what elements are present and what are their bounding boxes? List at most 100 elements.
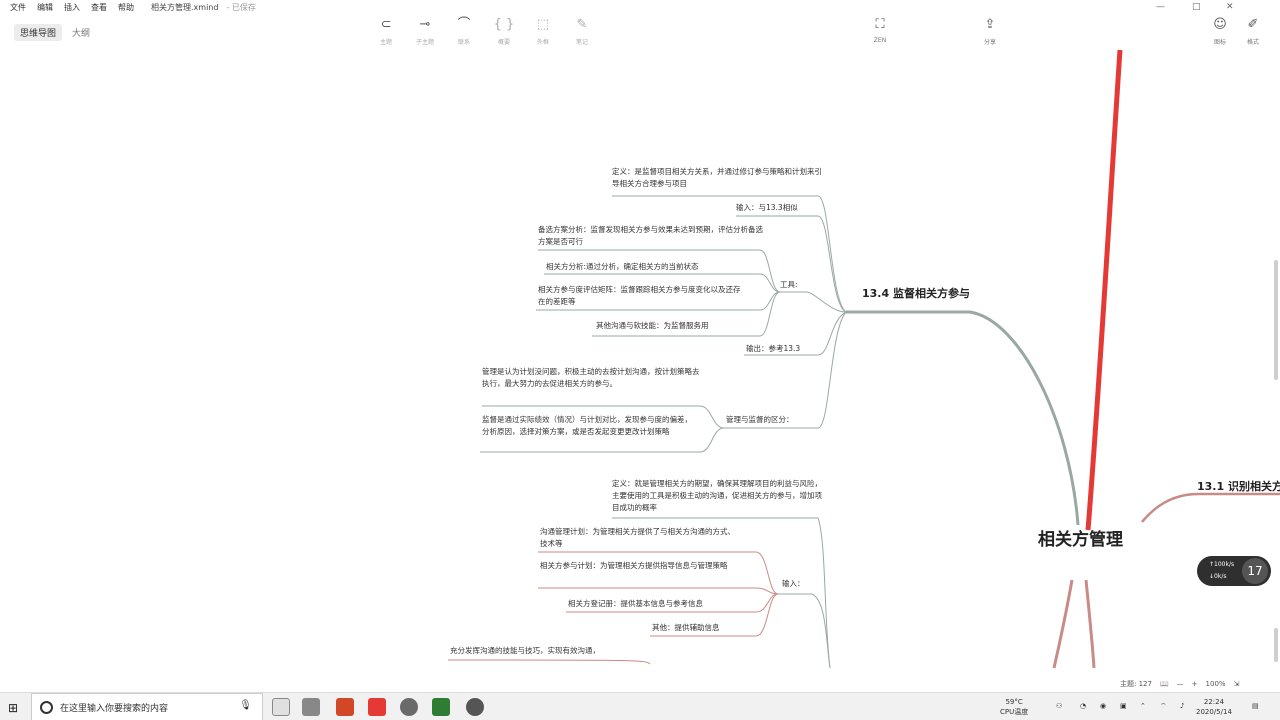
branch-line-down-left: [1052, 579, 1074, 669]
menu-insert[interactable]: 插入: [64, 2, 80, 13]
document-title: 相关方管理.xmind: [151, 2, 219, 12]
cortana-icon[interactable]: [40, 701, 53, 714]
smiley-icon: ☺: [1213, 17, 1227, 32]
wechat-icon[interactable]: [400, 698, 418, 716]
tray-expand-icon[interactable]: ⌃: [1140, 701, 1146, 711]
relationship-button[interactable]: ⌒ 联系: [444, 16, 484, 46]
powerpoint-icon[interactable]: [336, 698, 354, 716]
tab-outline[interactable]: 大纲: [66, 24, 96, 41]
network-icon[interactable]: ⌔: [1160, 701, 1167, 711]
menu-help[interactable]: 帮助: [118, 2, 134, 13]
format-panel-button[interactable]: ✐ 格式: [1233, 16, 1273, 46]
taskbar-app-1-icon[interactable]: [302, 698, 320, 716]
summary-icon: { }: [493, 17, 515, 32]
zoom-in-icon[interactable]: +: [1192, 680, 1198, 688]
clock-time: 22:24: [1203, 698, 1225, 706]
vertical-scrollbar[interactable]: [1274, 260, 1278, 380]
share-icon: ⇪: [984, 17, 996, 32]
node-tool-alternatives[interactable]: 备选方案分析：监督发现相关方参与效果未达到预期，评估分析备选方案是否可行: [538, 224, 768, 248]
tray-icon-1[interactable]: ◔: [1080, 701, 1086, 711]
node-diff-manage[interactable]: 管理是认为计划没问题，积极主动的去按计划沟通，按计划策略去执行，最大努力的去促进…: [482, 366, 702, 390]
subtopic-button[interactable]: ⊸ 子主题: [405, 16, 445, 46]
close-icon[interactable]: ✕: [1226, 2, 1234, 12]
windows-start-icon[interactable]: ⊞: [8, 701, 18, 715]
subtopic-icon: ⊸: [419, 17, 431, 32]
branch-line-down-right: [1084, 579, 1096, 669]
taskbar-app-3-icon[interactable]: [368, 698, 386, 716]
mindmap-canvas[interactable]: 定义：是监督项目相关方关系，并通过修订参与策略和计划来引导相关方合理参与项目 输…: [0, 48, 1280, 692]
relationship-label: 联系: [457, 39, 470, 46]
zen-button[interactable]: ⛶ ZEN: [860, 16, 900, 44]
icon-panel-label: 图标: [1213, 39, 1226, 46]
node-input-other[interactable]: 其他：提供辅助信息: [652, 622, 752, 634]
branch-line-134: [846, 310, 1080, 526]
branch-134-title[interactable]: 13.4 监督相关方参与: [862, 288, 970, 300]
people-icon[interactable]: ⚇: [1056, 701, 1062, 711]
brush-icon: ✐: [1247, 17, 1259, 32]
status-bar: 主题: 127 📖 — + 100% ⇲: [1120, 679, 1239, 689]
vertical-scrollbar-lower[interactable]: [1274, 628, 1278, 662]
network-speed-widget: ↑100k/s ↓0k/s 17: [1197, 556, 1271, 586]
taskbar-app-5-icon[interactable]: [432, 698, 450, 716]
note-button[interactable]: ✎ 笔记: [562, 16, 602, 46]
node-input-register[interactable]: 相关方登记册：提供基本信息与参考信息: [568, 598, 752, 610]
zoom-level[interactable]: 100%: [1206, 680, 1226, 688]
xmind-taskbar-icon[interactable]: [466, 698, 484, 716]
share-button[interactable]: ⇪ 分享: [970, 16, 1010, 46]
node-tool-analysis[interactable]: 相关方分析:通过分析，确定相关方的当前状态: [546, 261, 746, 273]
search-placeholder: 在这里输入你要搜索的内容: [60, 703, 169, 714]
cpu-temp-value: 59°C: [1005, 698, 1023, 706]
root-topic[interactable]: 相关方管理: [1038, 532, 1123, 549]
node-134-tools[interactable]: 工具:: [780, 279, 820, 291]
summary-label: 概要: [497, 39, 510, 46]
tray-icon-3[interactable]: ▣: [1120, 701, 1127, 711]
menu-view[interactable]: 查看: [91, 2, 107, 13]
cpu-temp-label: CPU温度: [1000, 708, 1029, 716]
windows-taskbar: ⊞ 在这里输入你要搜索的内容 🎙 59°C CPU温度 ⚇ ◔ ◉ ▣ ⌃ ⌔ …: [0, 692, 1280, 720]
node-134-input[interactable]: 输入：与13.3相似: [736, 202, 828, 214]
zoom-out-icon[interactable]: —: [1177, 680, 1184, 688]
boundary-button[interactable]: ⬚ 外框: [523, 16, 563, 46]
node-tool-matrix[interactable]: 相关方参与度评估矩阵：监督跟踪相关方参与度变化以及还存在的差距等: [538, 284, 742, 308]
tab-mindmap[interactable]: 思维导图: [14, 24, 63, 41]
topic-icon: ⊂: [380, 17, 392, 32]
menu-file[interactable]: 文件: [10, 2, 26, 13]
node-tool-soft-skills[interactable]: 其他沟通与软技能：为监督服务用: [596, 320, 772, 332]
clock[interactable]: 22:24 2020/5/14: [1196, 697, 1232, 717]
branch-131-title[interactable]: 13.1 识别相关方: [1197, 481, 1280, 493]
notification-icon[interactable]: ▤: [1252, 701, 1259, 711]
branch-line-131: [1141, 492, 1280, 523]
note-label: 笔记: [575, 39, 588, 46]
clock-date: 2020/5/14: [1196, 708, 1232, 716]
node-input-engage-plan[interactable]: 相关方参与计划：为管理相关方提供指导信息与管理策略: [540, 560, 736, 572]
relationship-icon: ⌒: [457, 17, 471, 32]
topic-label: 主题: [379, 39, 392, 46]
fullscreen-icon: ⛶: [875, 17, 885, 32]
node-133-input[interactable]: 输入：: [782, 578, 822, 590]
menu-edit[interactable]: 编辑: [37, 2, 53, 13]
node-134-output[interactable]: 输出：参考13.3: [746, 343, 826, 355]
tray-icon-2[interactable]: ◉: [1100, 701, 1106, 711]
taskbar-search[interactable]: 在这里输入你要搜索的内容 🎙: [31, 693, 263, 720]
node-134-definition[interactable]: 定义：是监督项目相关方关系，并通过修订参与策略和计划来引导相关方合理参与项目: [612, 166, 824, 190]
boundary-label: 外框: [536, 39, 549, 46]
microphone-icon[interactable]: 🎙: [239, 700, 252, 711]
fit-icon[interactable]: ⇲: [1234, 680, 1240, 688]
maximize-icon[interactable]: □: [1192, 2, 1201, 12]
summary-button[interactable]: { } 概要: [484, 16, 524, 46]
subtopic-label: 子主题: [415, 39, 434, 46]
format-panel-label: 格式: [1246, 39, 1259, 46]
save-status: - 已保存: [226, 2, 256, 12]
node-input-comm-plan[interactable]: 沟通管理计划：为管理相关方提供了与相关方沟通的方式、技术等: [540, 526, 736, 550]
cpu-temp: 59°C CPU温度: [1000, 697, 1028, 717]
view-tabs: 思维导图 大纲: [14, 24, 96, 41]
node-133-skills[interactable]: 充分发挥沟通的技能与技巧，实现有效沟通，: [450, 645, 670, 657]
topic-button[interactable]: ⊂ 主题: [366, 16, 406, 46]
book-icon[interactable]: 📖: [1160, 680, 1169, 688]
node-134-difference[interactable]: 管理与监督的区分：: [726, 414, 830, 426]
task-view-icon[interactable]: [272, 698, 290, 716]
node-diff-monitor[interactable]: 监督是通过实际绩效（情况）与计划对比，发现参与度的偏差，分析原因，选择对策方案，…: [482, 414, 692, 438]
minimize-icon[interactable]: —: [1156, 2, 1165, 12]
volume-icon[interactable]: ♪: [1180, 701, 1184, 711]
node-133-definition[interactable]: 定义：就是管理相关方的期望，确保其理解项目的利益与风险，主要使用的工具是积极主动…: [612, 478, 824, 514]
